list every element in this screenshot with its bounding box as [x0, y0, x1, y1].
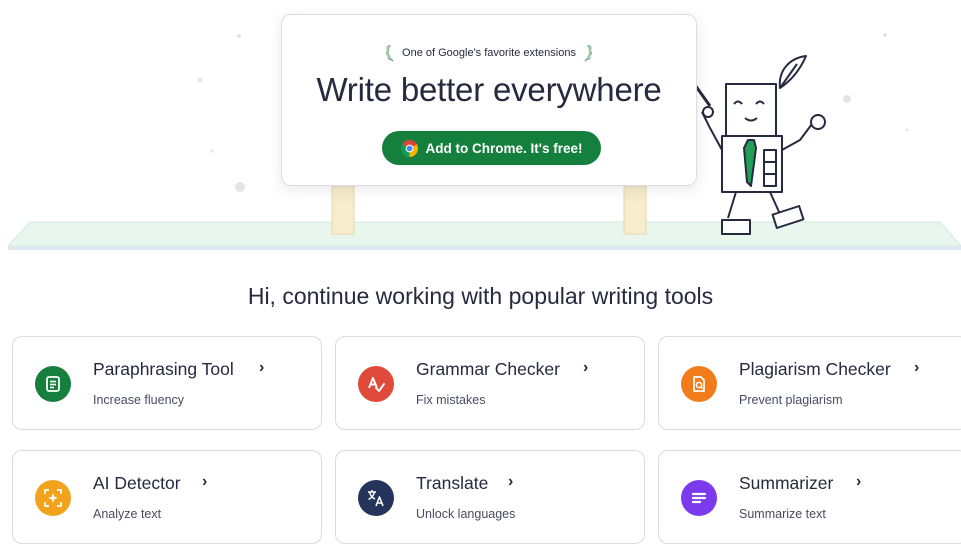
- laurel-left-icon: [385, 44, 394, 62]
- translate-icon: [358, 480, 394, 516]
- chevron-right-icon: ›: [856, 473, 862, 490]
- google-favorite-badge: One of Google's favorite extensions: [282, 43, 696, 63]
- badge-text: One of Google's favorite extensions: [402, 47, 576, 59]
- tool-title: Plagiarism Checker: [739, 359, 891, 379]
- chrome-icon: [400, 139, 418, 157]
- chevron-right-icon: ›: [914, 359, 920, 376]
- ai-detector-icon: [35, 480, 71, 516]
- chevron-right-icon: ›: [202, 473, 208, 490]
- tool-description: Fix mistakes: [416, 393, 486, 407]
- tool-card-ai-detector[interactable]: AI Detector › Analyze text: [12, 450, 322, 544]
- chevron-right-icon: ›: [508, 473, 514, 490]
- tool-card-paraphrasing[interactable]: Paraphrasing Tool › Increase fluency: [12, 336, 322, 430]
- tool-card-translate[interactable]: Translate › Unlock languages: [335, 450, 645, 544]
- laurel-right-icon: [584, 44, 593, 62]
- plagiarism-icon: [681, 366, 717, 402]
- tool-title: Translate: [416, 473, 489, 493]
- hero-banner: One of Google's favorite extensions Writ…: [0, 0, 961, 260]
- promo-sign: One of Google's favorite extensions Writ…: [281, 14, 697, 186]
- tool-title: Paraphrasing Tool: [93, 359, 234, 379]
- tool-card-summarizer[interactable]: Summarizer › Summarize text: [658, 450, 961, 544]
- summarizer-icon: [681, 480, 717, 516]
- chevron-right-icon: ›: [583, 359, 589, 376]
- tool-description: Prevent plagiarism: [739, 393, 843, 407]
- grammar-icon: [358, 366, 394, 402]
- tool-card-grammar-checker[interactable]: Grammar Checker › Fix mistakes: [335, 336, 645, 430]
- tool-description: Analyze text: [93, 507, 162, 521]
- add-to-chrome-label: Add to Chrome. It's free!: [425, 140, 583, 156]
- tool-description: Summarize text: [739, 507, 826, 521]
- tools-section-title: Hi, continue working with popular writin…: [247, 283, 714, 309]
- tool-description: Unlock languages: [416, 507, 516, 521]
- tool-card-plagiarism-checker[interactable]: Plagiarism Checker › Prevent plagiarism: [658, 336, 961, 430]
- tool-title: Summarizer: [739, 473, 834, 493]
- tool-title: Grammar Checker: [416, 359, 560, 379]
- tool-description: Increase fluency: [93, 393, 185, 407]
- robot-mascot: [688, 55, 826, 235]
- chevron-right-icon: ›: [259, 359, 265, 376]
- hero-headline: Write better everywhere: [316, 71, 662, 108]
- paraphrase-icon: [35, 366, 71, 402]
- add-to-chrome-button[interactable]: Add to Chrome. It's free!: [382, 131, 601, 165]
- tool-title: AI Detector: [93, 473, 181, 493]
